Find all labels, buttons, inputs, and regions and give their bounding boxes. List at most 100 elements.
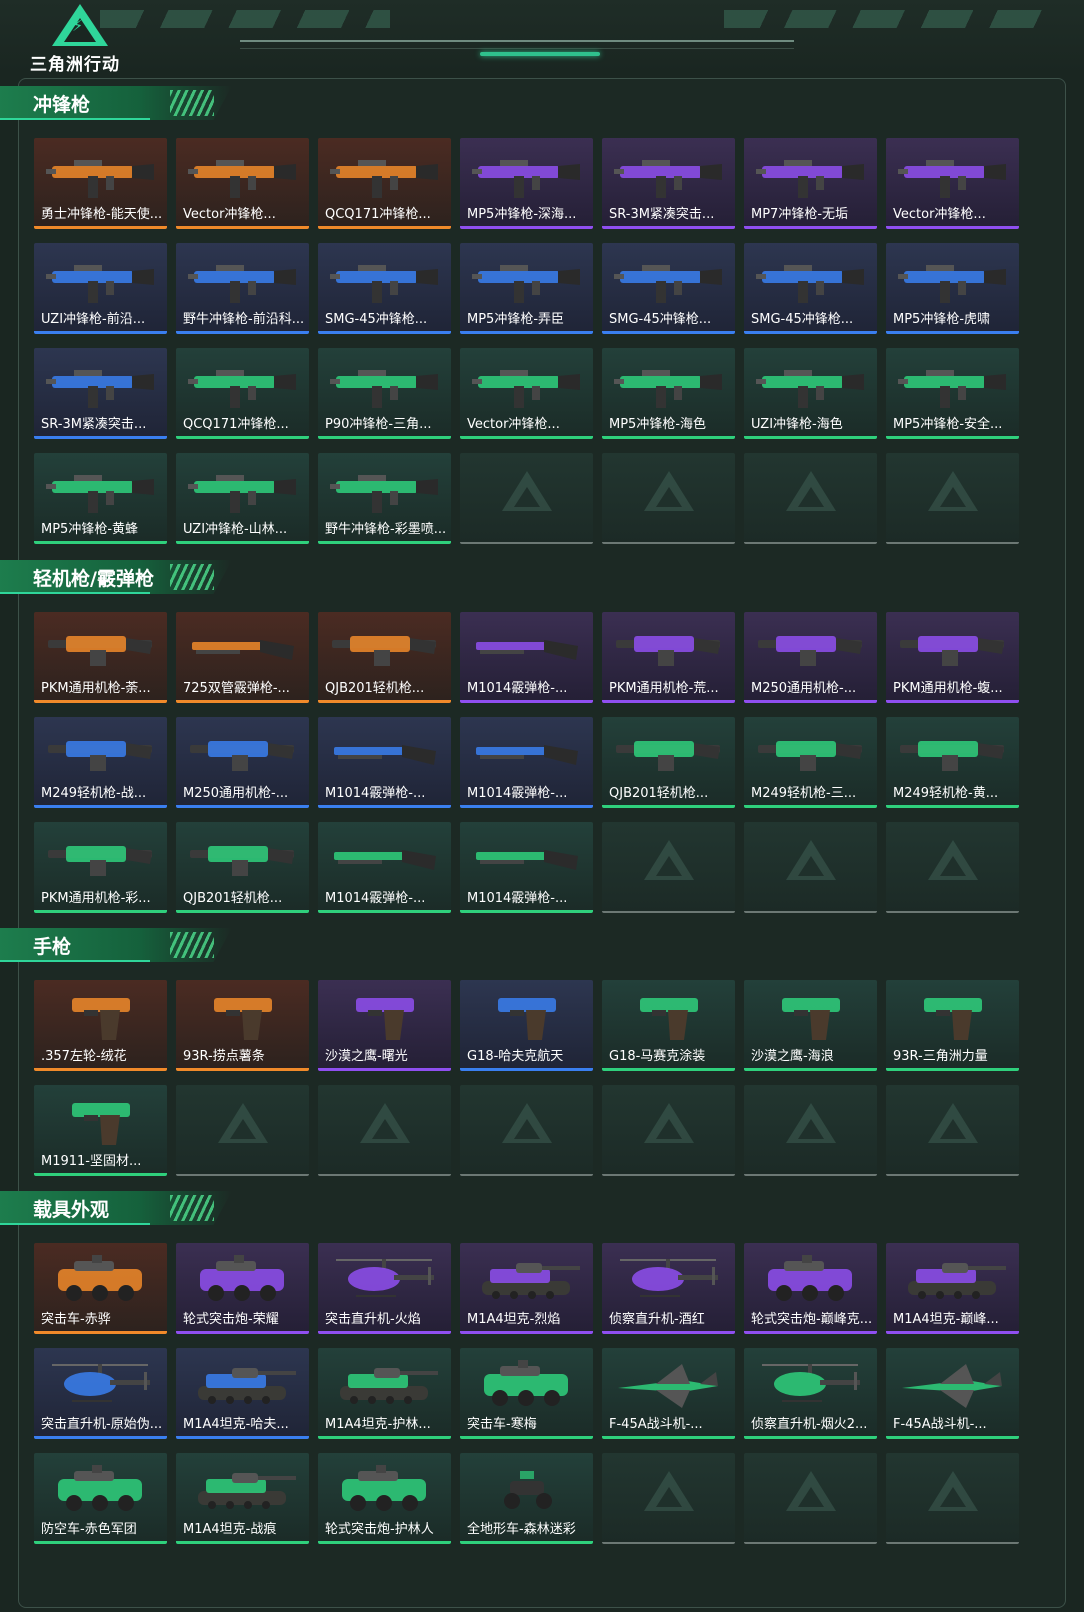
skin-name: QJB201轻机枪... <box>183 891 283 906</box>
skin-tile[interactable]: 野牛冲锋枪-前沿科... <box>176 243 309 334</box>
skin-tile[interactable]: 93R-三角洲力量 <box>886 980 1019 1071</box>
skin-tile[interactable]: 沙漠之鹰-海浪 <box>744 980 877 1071</box>
pistol-icon <box>896 988 1009 1046</box>
skin-tile[interactable]: QJB201轻机枪... <box>176 822 309 913</box>
slot-bar <box>602 1174 735 1176</box>
skin-tile[interactable]: PKM通用机枪-蝮... <box>886 612 1019 703</box>
skin-tile[interactable]: 防空车-赤色军团 <box>34 1453 167 1544</box>
skin-name: G18-哈夫克航天 <box>467 1049 564 1064</box>
skin-tile[interactable]: M1014霰弹枪-... <box>318 822 451 913</box>
skin-tile[interactable]: 轮式突击炮-护林人 <box>318 1453 451 1544</box>
skin-tile[interactable]: MP5冲锋枪-安全... <box>886 348 1019 439</box>
skin-tile[interactable]: P90冲锋枪-三角... <box>318 348 451 439</box>
smg-icon <box>44 356 157 414</box>
skin-tile[interactable]: 突击车-赤骅 <box>34 1243 167 1334</box>
skin-tile[interactable]: 侦察直升机-烟火2... <box>744 1348 877 1439</box>
skin-tile[interactable]: 轮式突击炮-荣耀 <box>176 1243 309 1334</box>
skin-tile[interactable]: F-45A战斗机-... <box>602 1348 735 1439</box>
skin-tile[interactable]: UZI冲锋枪-山林... <box>176 453 309 544</box>
skin-tile[interactable]: PKM通用机枪-荼... <box>34 612 167 703</box>
skin-tile[interactable]: QJB201轻机枪... <box>318 612 451 703</box>
skin-tile[interactable]: 突击车-寒梅 <box>460 1348 593 1439</box>
skin-tile[interactable]: SMG-45冲锋枪... <box>318 243 451 334</box>
skin-name: M1014霰弹枪-... <box>325 786 426 801</box>
skin-tile[interactable]: M1A4坦克-战痕 <box>176 1453 309 1544</box>
skin-tile[interactable]: G18-哈夫克航天 <box>460 980 593 1071</box>
section-underline <box>0 592 150 594</box>
skin-tile[interactable]: QJB201轻机枪... <box>602 717 735 808</box>
skin-tile[interactable]: M1014霰弹枪-... <box>460 822 593 913</box>
skin-tile[interactable]: M249轻机枪-战... <box>34 717 167 808</box>
skin-tile[interactable]: PKM通用机枪-彩... <box>34 822 167 913</box>
skin-tile[interactable]: 全地形车-森林迷彩 <box>460 1453 593 1544</box>
skin-tile[interactable]: Vector冲锋枪... <box>176 138 309 229</box>
skin-tile[interactable]: 725双管霰弹枪-... <box>176 612 309 703</box>
skin-tile[interactable]: 突击直升机-火焰 <box>318 1243 451 1334</box>
slot-bar <box>744 1174 877 1176</box>
skin-tile[interactable]: M250通用机枪-... <box>176 717 309 808</box>
skin-tile[interactable]: SMG-45冲锋枪... <box>602 243 735 334</box>
skin-tile[interactable]: PKM通用机枪-荒... <box>602 612 735 703</box>
empty-slot <box>460 453 593 544</box>
skin-tile[interactable]: 勇士冲锋枪-能天使... <box>34 138 167 229</box>
skin-tile[interactable]: M1A4坦克-巅峰... <box>886 1243 1019 1334</box>
skin-tile[interactable]: M1A4坦克-护林... <box>318 1348 451 1439</box>
jet-icon <box>612 1356 725 1414</box>
skin-tile[interactable]: Vector冲锋枪... <box>460 348 593 439</box>
skin-tile[interactable]: QCQ171冲锋枪... <box>318 138 451 229</box>
skin-tile[interactable]: M1A4坦克-哈夫... <box>176 1348 309 1439</box>
skin-tile[interactable]: G18-马赛克涂装 <box>602 980 735 1071</box>
skin-tile[interactable]: .357左轮-绒花 <box>34 980 167 1071</box>
skin-tile[interactable]: 轮式突击炮-巅峰克... <box>744 1243 877 1334</box>
skin-tile[interactable]: UZI冲锋枪-前沿... <box>34 243 167 334</box>
skin-tile[interactable]: F-45A战斗机-... <box>886 1348 1019 1439</box>
slot-bar <box>744 911 877 913</box>
skin-tile[interactable]: M1014霰弹枪-... <box>460 717 593 808</box>
shotgun-icon <box>328 725 441 783</box>
skin-tile[interactable]: M249轻机枪-黄... <box>886 717 1019 808</box>
skin-tile[interactable]: M1911-坚固材... <box>34 1085 167 1176</box>
rarity-bar <box>744 1436 877 1439</box>
skin-tile[interactable]: MP7冲锋枪-无垢 <box>744 138 877 229</box>
skin-tile[interactable]: 沙漠之鹰-曙光 <box>318 980 451 1071</box>
skin-tile[interactable]: M1014霰弹枪-... <box>460 612 593 703</box>
section-underline <box>0 118 150 120</box>
skin-tile[interactable]: 突击直升机-原始伪... <box>34 1348 167 1439</box>
skin-tile[interactable]: 侦察直升机-酒红 <box>602 1243 735 1334</box>
section-underline <box>0 1223 150 1225</box>
skin-tile[interactable]: M250通用机枪-... <box>744 612 877 703</box>
skin-name: M1A4坦克-烈焰 <box>467 1312 561 1327</box>
skin-tile[interactable]: UZI冲锋枪-海色 <box>744 348 877 439</box>
skin-tile[interactable]: M249轻机枪-三... <box>744 717 877 808</box>
rarity-bar <box>176 436 309 439</box>
skin-tile[interactable]: SMG-45冲锋枪... <box>744 243 877 334</box>
tank-icon <box>186 1356 299 1414</box>
skin-name: MP7冲锋枪-无垢 <box>751 207 849 222</box>
skin-tile[interactable]: MP5冲锋枪-海色 <box>602 348 735 439</box>
skin-tile[interactable]: SR-3M紧凑突击... <box>602 138 735 229</box>
rarity-bar <box>744 1068 877 1071</box>
rarity-bar <box>886 1331 1019 1334</box>
skin-tile[interactable]: SR-3M紧凑突击... <box>34 348 167 439</box>
slot-bar <box>744 542 877 544</box>
rarity-bar <box>744 700 877 703</box>
skin-tile[interactable]: 93R-捞点薯条 <box>176 980 309 1071</box>
skin-tile[interactable]: 野牛冲锋枪-彩墨喷... <box>318 453 451 544</box>
watermark-logo-inner <box>656 1487 682 1507</box>
armored-car-icon <box>44 1461 157 1519</box>
smg-icon <box>754 146 867 204</box>
skin-name: 勇士冲锋枪-能天使... <box>41 207 163 222</box>
skin-tile[interactable]: M1A4坦克-烈焰 <box>460 1243 593 1334</box>
skin-tile[interactable]: MP5冲锋枪-弄臣 <box>460 243 593 334</box>
smg-icon <box>896 251 1009 309</box>
section-header: 载具外观 <box>0 1191 232 1225</box>
skin-tile[interactable]: QCQ171冲锋枪... <box>176 348 309 439</box>
shotgun-icon <box>470 620 583 678</box>
skin-tile[interactable]: MP5冲锋枪-深海... <box>460 138 593 229</box>
skin-tile[interactable]: MP5冲锋枪-黄蜂 <box>34 453 167 544</box>
skin-tile[interactable]: M1014霰弹枪-... <box>318 717 451 808</box>
rarity-bar <box>34 541 167 544</box>
lmg-icon <box>44 620 157 678</box>
skin-tile[interactable]: Vector冲锋枪... <box>886 138 1019 229</box>
skin-tile[interactable]: MP5冲锋枪-虎啸 <box>886 243 1019 334</box>
